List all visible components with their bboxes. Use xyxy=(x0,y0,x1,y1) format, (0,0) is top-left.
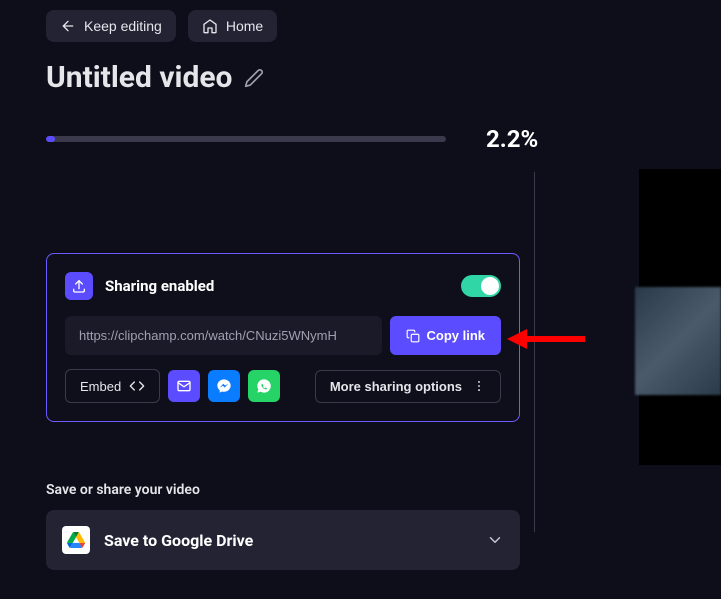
email-icon[interactable] xyxy=(168,370,200,402)
annotation-arrow xyxy=(507,329,585,349)
copy-icon xyxy=(406,329,420,343)
keep-editing-label: Keep editing xyxy=(84,18,162,34)
progress-bar xyxy=(46,136,446,142)
header-nav: Keep editing Home xyxy=(0,0,721,42)
sharing-card: Sharing enabled Copy link Embed xyxy=(46,253,520,422)
upload-icon xyxy=(65,272,93,300)
more-sharing-label: More sharing options xyxy=(330,379,462,394)
pencil-icon[interactable] xyxy=(244,68,264,88)
save-google-drive-card[interactable]: Save to Google Drive xyxy=(46,510,520,570)
save-section-label: Save or share your video xyxy=(46,482,675,498)
copy-link-label: Copy link xyxy=(426,328,485,343)
google-drive-icon xyxy=(62,526,90,554)
share-actions: Embed More sharing options xyxy=(65,369,501,403)
more-sharing-button[interactable]: More sharing options xyxy=(315,370,501,403)
arrow-left-icon xyxy=(60,18,76,34)
keep-editing-button[interactable]: Keep editing xyxy=(46,10,176,42)
progress-row: 2.2% xyxy=(0,95,721,153)
messenger-icon[interactable] xyxy=(208,370,240,402)
sharing-title: Sharing enabled xyxy=(105,277,449,295)
scroll-divider xyxy=(534,172,535,532)
toggle-knob xyxy=(481,277,499,295)
progress-fill xyxy=(46,136,55,142)
home-button[interactable]: Home xyxy=(188,10,277,42)
code-icon xyxy=(129,378,145,394)
video-preview-frame xyxy=(635,287,721,395)
link-row: Copy link xyxy=(65,316,501,355)
save-google-drive-label: Save to Google Drive xyxy=(104,531,472,550)
page-title: Untitled video xyxy=(46,60,232,95)
home-icon xyxy=(202,18,218,34)
more-vertical-icon xyxy=(472,379,486,393)
chevron-down-icon xyxy=(486,531,504,549)
copy-link-button[interactable]: Copy link xyxy=(390,316,501,355)
home-label: Home xyxy=(226,18,263,34)
embed-button[interactable]: Embed xyxy=(65,369,160,403)
sharing-toggle[interactable] xyxy=(461,275,501,297)
sharing-header: Sharing enabled xyxy=(65,272,501,300)
title-row: Untitled video xyxy=(0,42,721,95)
share-url-input[interactable] xyxy=(65,316,382,355)
video-preview xyxy=(639,169,721,465)
whatsapp-icon[interactable] xyxy=(248,370,280,402)
embed-label: Embed xyxy=(80,379,121,394)
progress-percent: 2.2% xyxy=(486,125,538,153)
